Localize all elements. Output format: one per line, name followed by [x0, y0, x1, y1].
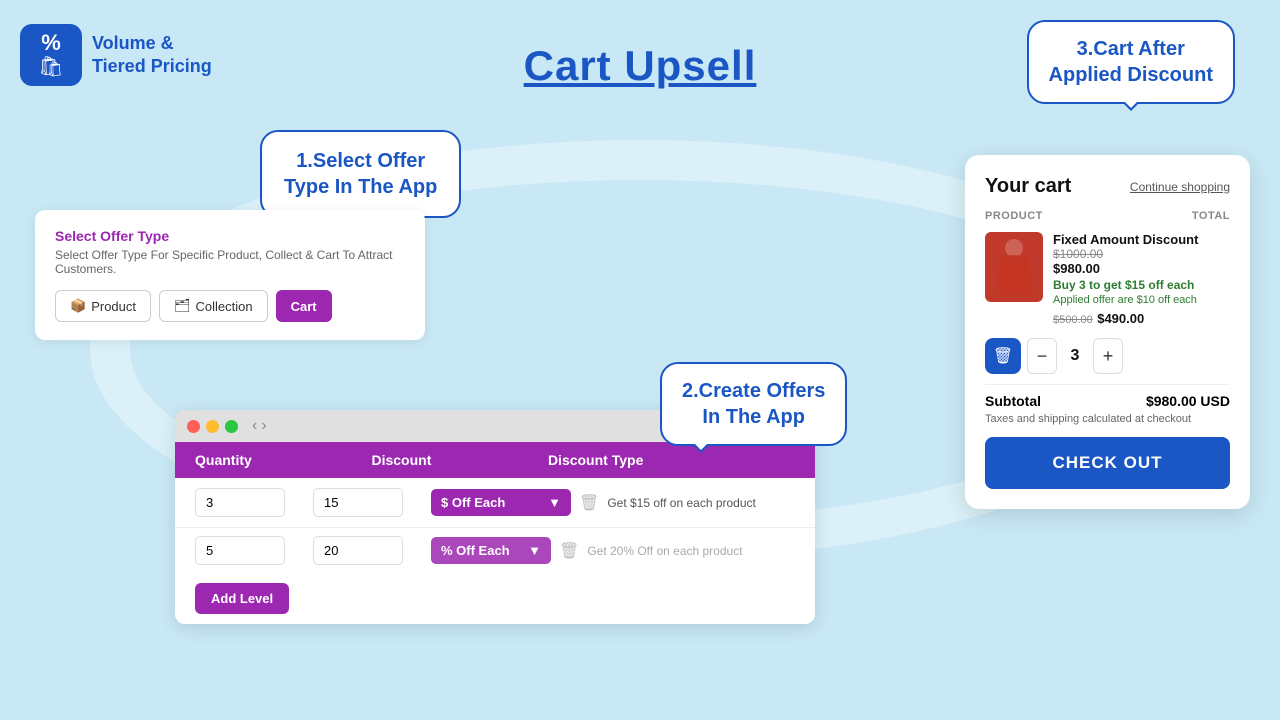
applied-offer: Applied offer are $10 off each	[1053, 294, 1230, 306]
trash-icon-2[interactable]: 🗑	[559, 541, 579, 561]
trash-icon-1[interactable]: 🗑	[579, 493, 599, 513]
subtotal-row: Subtotal $980.00 USD	[985, 393, 1230, 409]
btn-cart[interactable]: Cart	[276, 290, 332, 322]
promo-text: Buy 3 to get $15 off each	[1053, 278, 1230, 292]
qty-value: 3	[1063, 347, 1087, 365]
price-current: $980.00	[1053, 261, 1230, 276]
info-text-2: Get 20% Off on each product	[587, 544, 742, 558]
type-select-1[interactable]: $ Off Each ▼	[431, 489, 571, 516]
logo-bag: 🛍	[38, 54, 63, 79]
subtotal-label: Subtotal	[985, 393, 1041, 409]
cart-product-row: Fixed Amount Discount $1000.00 $980.00 B…	[985, 232, 1230, 328]
offer-type-buttons: 📦 Product 🗂 Collection Cart	[55, 290, 405, 322]
cart-header: Your cart Continue shopping	[985, 175, 1230, 198]
price-sale: $490.00	[1097, 311, 1144, 326]
type-select-2[interactable]: % Off Each ▼	[431, 537, 551, 564]
cart-title: Your cart	[985, 175, 1071, 198]
col-discount-type: Discount Type	[548, 452, 795, 468]
quantity-row: 🗑 − 3 +	[985, 338, 1230, 374]
cart-columns: PRODUCT TOTAL	[985, 210, 1230, 222]
browser-nav: ‹ ›	[252, 417, 267, 435]
chevron-down-icon-2: ▼	[528, 543, 541, 558]
browser-close-dot[interactable]	[187, 420, 200, 433]
col-quantity: Quantity	[195, 452, 371, 468]
step3-bubble: 3.Cart After Applied Discount	[1027, 20, 1235, 104]
product-image	[985, 232, 1043, 302]
tax-note: Taxes and shipping calculated at checkou…	[985, 413, 1230, 425]
row2-type-info: % Off Each ▼ 🗑 Get 20% Off on each produ…	[431, 537, 795, 564]
qty-increase-button[interactable]: +	[1093, 338, 1123, 374]
product-info: Fixed Amount Discount $1000.00 $980.00 B…	[1053, 232, 1230, 328]
browser-maximize-dot[interactable]	[225, 420, 238, 433]
offer-type-title: Select Offer Type	[55, 228, 405, 244]
app-logo-icon: % 🛍	[20, 24, 82, 86]
btn-collection[interactable]: 🗂 Collection	[159, 290, 268, 322]
info-text-1: Get $15 off on each product	[607, 496, 756, 510]
sale-price-row: $500.00 $490.00	[1053, 310, 1230, 328]
browser-content: Quantity Discount Discount Type $ Off Ea…	[175, 442, 815, 624]
offer-row-2: % Off Each ▼ 🗑 Get 20% Off on each produ…	[175, 528, 815, 573]
offer-row-1: $ Off Each ▼ 🗑 Get $15 off on each produ…	[175, 478, 815, 528]
offer-type-desc: Select Offer Type For Specific Product, …	[55, 248, 405, 276]
product-image-svg	[995, 238, 1033, 296]
browser-forward-icon[interactable]: ›	[261, 417, 266, 435]
browser-minimize-dot[interactable]	[206, 420, 219, 433]
chevron-down-icon: ▼	[548, 495, 561, 510]
logo-pct: %	[41, 32, 61, 54]
cart-divider	[985, 384, 1230, 385]
qty-field-2[interactable]	[195, 536, 285, 565]
step2-bubble: 2.Create Offers In The App	[660, 362, 847, 446]
add-level-button[interactable]: Add Level	[195, 583, 289, 614]
logo-area: % 🛍 Volume & Tiered Pricing	[20, 24, 212, 86]
logo-text: Volume & Tiered Pricing	[92, 32, 212, 79]
continue-shopping-link[interactable]: Continue shopping	[1130, 180, 1230, 194]
qty-field-1[interactable]	[195, 488, 285, 517]
subtotal-value: $980.00 USD	[1146, 393, 1230, 409]
col-product-label: PRODUCT	[985, 210, 1043, 222]
price-striked: $500.00	[1053, 314, 1093, 326]
col-total-label: TOTAL	[1043, 210, 1230, 222]
row1-type-info: $ Off Each ▼ 🗑 Get $15 off on each produ…	[431, 489, 795, 516]
discount-field-1[interactable]	[313, 488, 403, 517]
step1-bubble: 1.Select Offer Type In The App	[260, 130, 461, 218]
page-title: Cart Upsell	[524, 42, 757, 90]
cart-panel: Your cart Continue shopping PRODUCT TOTA…	[965, 155, 1250, 509]
product-name: Fixed Amount Discount	[1053, 232, 1230, 247]
qty-decrease-button[interactable]: −	[1027, 338, 1057, 374]
price-original: $1000.00	[1053, 247, 1230, 261]
btn-product[interactable]: 📦 Product	[55, 290, 151, 322]
collection-icon: 🗂	[174, 298, 191, 314]
discount-field-2[interactable]	[313, 536, 403, 565]
checkout-button[interactable]: CHECK OUT	[985, 437, 1230, 489]
browser-back-icon[interactable]: ‹	[252, 417, 257, 435]
col-discount: Discount	[371, 452, 547, 468]
product-icon: 📦	[70, 298, 86, 314]
table-header: Quantity Discount Discount Type	[175, 442, 815, 478]
delete-product-button[interactable]: 🗑	[985, 338, 1021, 374]
